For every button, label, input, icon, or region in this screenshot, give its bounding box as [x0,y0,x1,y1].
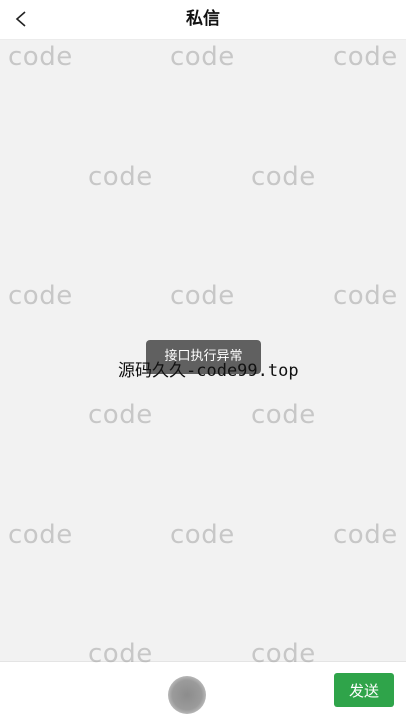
page-title: 私信 [186,9,220,29]
top-navigation-bar: 私信 [0,0,406,40]
voice-record-icon[interactable] [168,676,206,714]
send-button[interactable]: 发送 [334,673,394,707]
site-watermark-text: 源码久久-code99.top [118,361,299,381]
